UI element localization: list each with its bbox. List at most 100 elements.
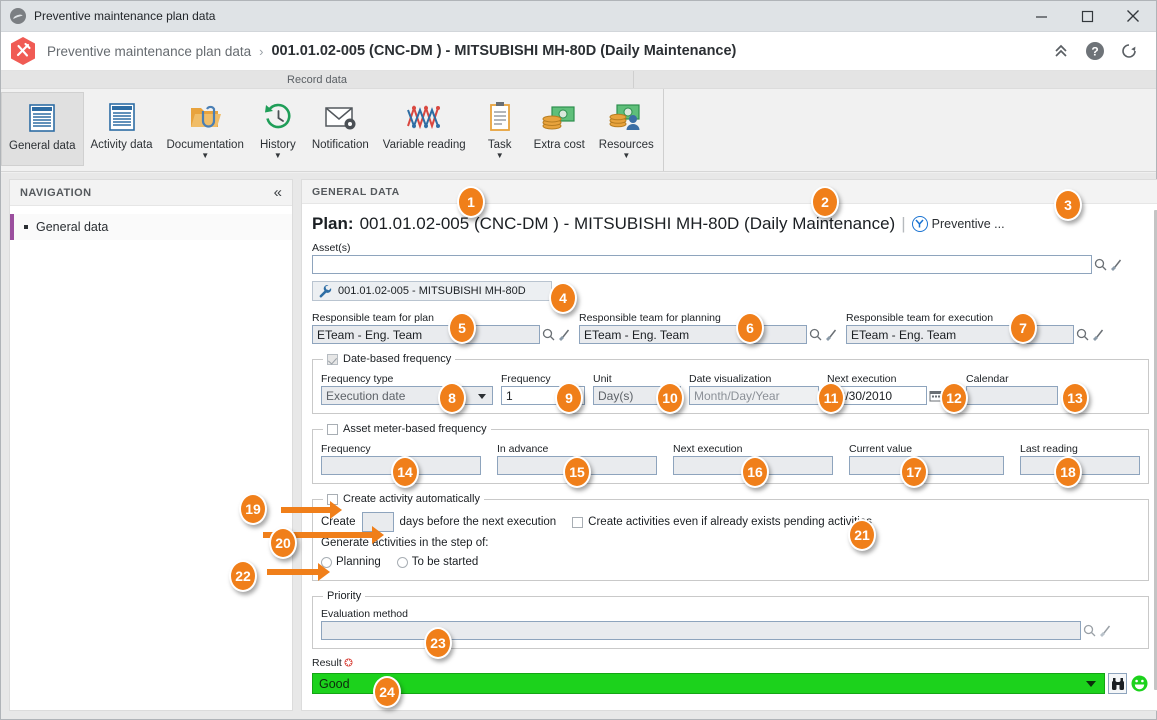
sidebar-item-general-data[interactable]: General data (10, 214, 292, 240)
chevron-down-icon[interactable]: ▼ (201, 152, 209, 160)
ribbon-item-label: Variable reading (382, 139, 466, 151)
refresh-icon[interactable] (1112, 34, 1146, 68)
chevron-down-icon[interactable]: ▼ (622, 152, 630, 160)
annotation-badge-9: 9 (555, 382, 583, 414)
brush-icon[interactable] (556, 325, 571, 344)
annotation-badge-16: 16 (741, 456, 769, 488)
generate-step-label: Generate activities in the step of: (321, 537, 489, 549)
ribbon-group-empty (634, 71, 1156, 88)
magnifier-icon[interactable] (1082, 621, 1097, 640)
meter-in-advance-label: In advance (497, 443, 549, 455)
date-based-frequency-group: Date-based frequency Frequency type Exec… (312, 353, 1149, 414)
auto-activity-label: Create activity automatically (343, 493, 480, 505)
close-button[interactable] (1110, 1, 1156, 32)
date-based-frequency-checkbox[interactable] (327, 353, 338, 365)
annotation-badge-3: 3 (1054, 189, 1082, 221)
breadcrumb-current: 001.01.02-005 (CNC-DM ) - MITSUBISHI MH-… (271, 43, 737, 59)
binoculars-icon[interactable] (1108, 673, 1127, 694)
annotation-badge-15: 15 (563, 456, 591, 488)
chevron-double-left-icon[interactable]: « (274, 185, 282, 200)
document-lines-icon (25, 98, 59, 138)
annotation-badge-7: 7 (1009, 312, 1037, 344)
ribbon-item-documentation[interactable]: Documentation ▼ (160, 92, 251, 166)
assets-input[interactable] (312, 255, 1092, 274)
frequency-type-group: Frequency type Execution date (321, 373, 493, 405)
chevron-down-icon[interactable]: ▼ (496, 152, 504, 160)
chevron-down-icon[interactable]: ▼ (274, 152, 282, 160)
meter-last-reading-label: Last reading (1020, 443, 1078, 455)
ribbon-item-label: General data (9, 140, 76, 152)
responsible-team-planning-label: Responsible team for planning (579, 312, 721, 324)
annotation-badge-12: 12 (940, 382, 968, 414)
bullet-icon (24, 225, 28, 229)
annotation-badge-21: 21 (848, 519, 876, 551)
plan-title: Plan: 001.01.02-005 (CNC-DM ) - MITSUBIS… (312, 214, 1149, 234)
help-icon[interactable]: ? (1078, 34, 1112, 68)
create-suffix-label: days before the next execution (399, 516, 557, 528)
ribbon-item-variable-reading[interactable]: Variable reading (376, 92, 473, 166)
annotation-badge-6: 6 (736, 312, 764, 344)
pending-activities-checkbox[interactable] (572, 516, 584, 528)
magnifier-icon[interactable] (541, 325, 556, 344)
date-based-frequency-legend: Date-based frequency (323, 353, 455, 365)
assets-label: Asset(s) (312, 242, 351, 254)
radio-to-be-started[interactable]: To be started (396, 556, 478, 568)
preventive-icon (911, 215, 928, 232)
calendar-input[interactable] (966, 386, 1058, 405)
folder-clip-icon (187, 97, 223, 137)
annotation-badge-24: 24 (373, 676, 401, 708)
magnifier-icon[interactable] (1075, 325, 1090, 344)
app-logo-icon (9, 36, 37, 66)
result-label: Result (312, 657, 342, 669)
ribbon-item-task[interactable]: Task ▼ (473, 92, 527, 166)
asset-meter-frequency-group: Asset meter-based frequency Frequency In… (312, 423, 1149, 484)
work-area: NAVIGATION « General data GENERAL DATA P… (1, 173, 1157, 719)
responsible-team-plan-input[interactable]: ETeam - Eng. Team (312, 325, 540, 344)
date-visualization-input[interactable]: Month/Day/Year (689, 386, 819, 405)
magnifier-icon[interactable] (808, 325, 823, 344)
responsible-team-planning-input[interactable]: ETeam - Eng. Team (579, 325, 807, 344)
frequency-type-select[interactable]: Execution date (321, 386, 493, 405)
asset-meter-frequency-label: Asset meter-based frequency (343, 423, 487, 435)
ribbon-item-label: Task (487, 139, 512, 151)
ribbon-toolbar: Record data General data Activity data D… (1, 71, 1156, 172)
collapse-up-icon[interactable] (1044, 34, 1078, 68)
ribbon-item-resources[interactable]: Resources ▼ (592, 92, 661, 166)
magnifier-icon[interactable] (1093, 255, 1108, 274)
breadcrumb-root[interactable]: Preventive maintenance plan data (47, 44, 251, 59)
smiley-icon[interactable] (1130, 673, 1149, 694)
pending-activities-label: Create activities even if already exists… (588, 516, 872, 528)
brush-icon[interactable] (823, 325, 838, 344)
plan-type-label: Preventive ... (931, 216, 1005, 231)
assets-input-row (312, 255, 1149, 274)
responsible-team-execution-input[interactable]: ETeam - Eng. Team (846, 325, 1074, 344)
ribbon-item-activity-data[interactable]: Activity data (84, 92, 160, 166)
asset-chip-label: 001.01.02-005 - MITSUBISHI MH-80D (338, 285, 526, 297)
required-asterisk-icon (344, 658, 353, 667)
evaluation-method-label: Evaluation method (321, 608, 408, 620)
asset-chip[interactable]: 001.01.02-005 - MITSUBISHI MH-80D (312, 281, 552, 301)
ribbon-item-history[interactable]: History ▼ (251, 92, 305, 166)
ribbon-item-label: History (259, 139, 296, 151)
maximize-button[interactable] (1064, 1, 1110, 32)
result-select[interactable]: Good (312, 673, 1105, 694)
annotation-badge-20: 20 (269, 527, 297, 559)
annotation-badge-13: 13 (1061, 382, 1089, 414)
asset-meter-frequency-checkbox[interactable] (327, 423, 338, 435)
radio-to-be-started-input[interactable] (396, 556, 408, 568)
money-person-icon (608, 97, 644, 137)
pending-activities-checkbox-row[interactable]: Create activities even if already exists… (572, 516, 872, 528)
annotation-badge-2: 2 (811, 186, 839, 218)
navigation-panel: NAVIGATION « General data (9, 179, 293, 711)
annotation-badge-23: 23 (424, 627, 452, 659)
ribbon-item-extra-cost[interactable]: Extra cost (527, 92, 592, 166)
minimize-button[interactable] (1018, 1, 1064, 32)
brush-icon[interactable] (1090, 325, 1105, 344)
plan-prefix: Plan: (312, 214, 354, 233)
brush-icon[interactable] (1108, 255, 1123, 274)
assets-actions (1093, 255, 1123, 274)
ribbon-item-general-data[interactable]: General data (1, 92, 84, 166)
title-bar: Preventive maintenance plan data (1, 1, 1156, 32)
ribbon-item-notification[interactable]: Notification (305, 92, 376, 166)
brush-icon[interactable] (1097, 621, 1112, 640)
